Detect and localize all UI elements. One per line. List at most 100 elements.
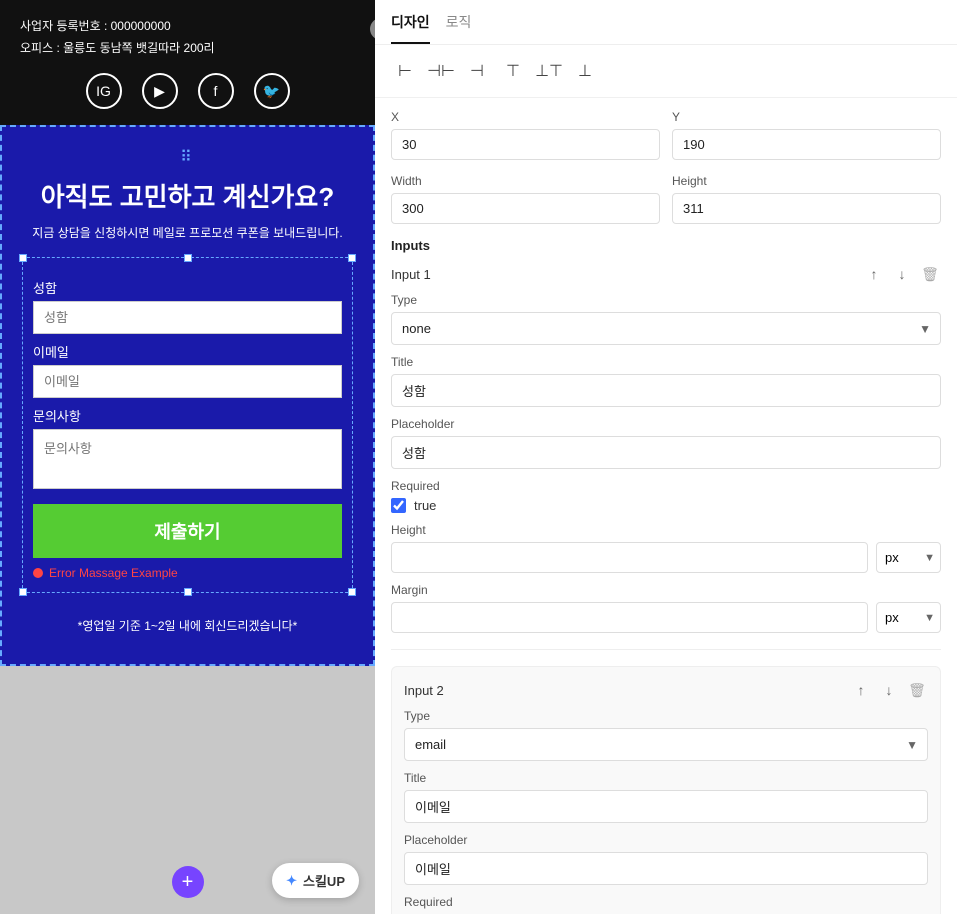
align-tools: ⊢ ⊣⊢ ⊣ ⊤ ⊥⊤ ⊥ — [375, 45, 957, 98]
input1-up-btn[interactable]: ↑ — [863, 263, 885, 285]
tab-logic[interactable]: 로직 — [446, 12, 472, 44]
input2-required-label: Required — [404, 895, 928, 909]
error-text: Error Massage Example — [49, 566, 178, 580]
input1-margin-row: px % ▼ — [391, 602, 941, 633]
input1-label: Input 1 — [391, 267, 431, 282]
add-button[interactable]: + — [172, 866, 204, 898]
input1-margin-unit-select[interactable]: px % — [876, 602, 941, 633]
align-top-btn[interactable]: ⊤ — [499, 57, 527, 85]
input1-down-btn[interactable]: ↓ — [891, 263, 913, 285]
input2-label: Input 2 — [404, 683, 444, 698]
input1-placeholder-label: Placeholder — [391, 417, 941, 431]
input2-section: Input 2 ↑ ↓ 🗑 Type none text email texta… — [391, 666, 941, 914]
form-box[interactable]: 성함 이메일 문의사항 제출하기 Error Massage Example — [22, 257, 353, 593]
bottom-note: *영업일 기준 1~2일 내에 회신드리겠습니다* — [22, 617, 353, 634]
business-number: 사업자 등록번호 : 000000000 — [20, 16, 355, 38]
panel-body: X Y Width Height Inputs Input 1 — [375, 98, 957, 914]
right-panel: 디자인 로직 ⊢ ⊣⊢ ⊣ ⊤ ⊥⊤ ⊥ X Y Width — [375, 0, 957, 914]
input1-height-label: Height — [391, 523, 941, 537]
input1-title-row: Title — [391, 355, 941, 417]
input2-delete-btn[interactable]: 🗑 — [906, 679, 928, 701]
resize-handle-bm[interactable] — [184, 588, 192, 596]
input2-type-select-wrapper: none text email textarea ▼ — [404, 728, 928, 761]
panel-tabs: 디자인 로직 — [375, 0, 957, 45]
input1-required-section: Required true — [391, 479, 941, 513]
input1-title-input[interactable] — [391, 374, 941, 407]
align-bottom-btn[interactable]: ⊥ — [571, 57, 599, 85]
align-center-v-btn[interactable]: ⊥⊤ — [535, 57, 563, 85]
input1-required-true-label: true — [414, 498, 436, 513]
skills-up-badge[interactable]: ✦ 스킬UP — [272, 863, 359, 898]
input1-margin-unit-wrapper: px % ▼ — [876, 602, 941, 633]
input2-type-row: Type none text email textarea ▼ — [404, 709, 928, 761]
input1-height-input[interactable] — [391, 542, 868, 573]
input1-header-row: Input 1 ↑ ↓ 🗑 — [391, 263, 941, 285]
youtube-icon[interactable]: ▶ — [142, 73, 178, 109]
input2-placeholder-label: Placeholder — [404, 833, 928, 847]
input1-height-unit-select[interactable]: px % — [876, 542, 941, 573]
align-center-h-btn[interactable]: ⊣⊢ — [427, 57, 455, 85]
input1-type-row: Type none text email textarea ▼ — [391, 293, 941, 345]
input1-actions: ↑ ↓ 🗑 — [863, 263, 941, 285]
input1-required-label: Required — [391, 479, 941, 493]
instagram-icon[interactable]: IG — [86, 73, 122, 109]
input1-height-unit-wrapper: px % ▼ — [876, 542, 941, 573]
input1-margin-section: Margin px % ▼ — [391, 583, 941, 633]
blue-form-section: ⠿ 아직도 고민하고 계신가요? 지금 상담을 신청하시면 메일로 프로모션 쿠… — [0, 125, 375, 666]
align-left-btn[interactable]: ⊢ — [391, 57, 419, 85]
input1-margin-input[interactable] — [391, 602, 868, 633]
error-message: Error Massage Example — [33, 566, 342, 580]
black-section: 사업자 등록번호 : 000000000 오피스 : 울릉도 동남쪽 뱃길따라 … — [0, 0, 375, 125]
input1-delete-btn[interactable]: 🗑 — [919, 263, 941, 285]
input-email[interactable] — [33, 365, 342, 398]
tab-design[interactable]: 디자인 — [391, 12, 430, 44]
width-field-group: Width — [391, 174, 660, 224]
input2-type-label: Type — [404, 709, 928, 723]
input2-up-btn[interactable]: ↑ — [850, 679, 872, 701]
input1-placeholder-row: Placeholder — [391, 417, 941, 479]
xy-row: X Y — [391, 110, 941, 160]
input1-placeholder-input[interactable] — [391, 436, 941, 469]
y-label: Y — [672, 110, 941, 124]
error-dot-icon — [33, 568, 43, 578]
resize-handle-tm[interactable] — [184, 254, 192, 262]
input2-required-section: Required true — [404, 895, 928, 914]
input1-required-checkbox[interactable] — [391, 498, 406, 513]
input2-placeholder-input[interactable] — [404, 852, 928, 885]
field-label-name: 성함 — [33, 278, 342, 297]
resize-handle-tr[interactable] — [348, 254, 356, 262]
divider-1 — [391, 649, 941, 650]
input2-actions: ↑ ↓ 🗑 — [850, 679, 928, 701]
width-input[interactable] — [391, 193, 660, 224]
height-field-group: Height — [672, 174, 941, 224]
submit-button[interactable]: 제출하기 — [33, 504, 342, 558]
input1-margin-label: Margin — [391, 583, 941, 597]
input2-title-input[interactable] — [404, 790, 928, 823]
y-field-group: Y — [672, 110, 941, 160]
input2-placeholder-row: Placeholder — [404, 833, 928, 895]
form-subtext: 지금 상담을 신청하시면 메일로 프로모션 쿠폰을 보내드립니다. — [22, 224, 353, 241]
y-input[interactable] — [672, 129, 941, 160]
field-label-inquiry: 문의사항 — [33, 406, 342, 425]
resize-handle-bl[interactable] — [19, 588, 27, 596]
input1-type-select[interactable]: none text email textarea — [391, 312, 941, 345]
x-label: X — [391, 110, 660, 124]
facebook-icon[interactable]: f — [198, 73, 234, 109]
input1-required-row: true — [391, 498, 941, 513]
wh-row: Width Height — [391, 174, 941, 224]
align-right-btn[interactable]: ⊣ — [463, 57, 491, 85]
input1-height-section: Height px % ▼ — [391, 523, 941, 573]
twitter-icon[interactable]: 🐦 — [254, 73, 290, 109]
input2-type-select[interactable]: none text email textarea — [404, 728, 928, 761]
resize-handle-tl[interactable] — [19, 254, 27, 262]
x-input[interactable] — [391, 129, 660, 160]
input-name[interactable] — [33, 301, 342, 334]
input-inquiry[interactable] — [33, 429, 342, 489]
drag-handle[interactable]: ⠿ — [22, 147, 353, 167]
social-icons-row: IG ▶ f 🐦 — [20, 73, 355, 109]
input2-down-btn[interactable]: ↓ — [878, 679, 900, 701]
height-input[interactable] — [672, 193, 941, 224]
skills-up-label: 스킬UP — [303, 871, 345, 890]
resize-handle-br[interactable] — [348, 588, 356, 596]
x-field-group: X — [391, 110, 660, 160]
